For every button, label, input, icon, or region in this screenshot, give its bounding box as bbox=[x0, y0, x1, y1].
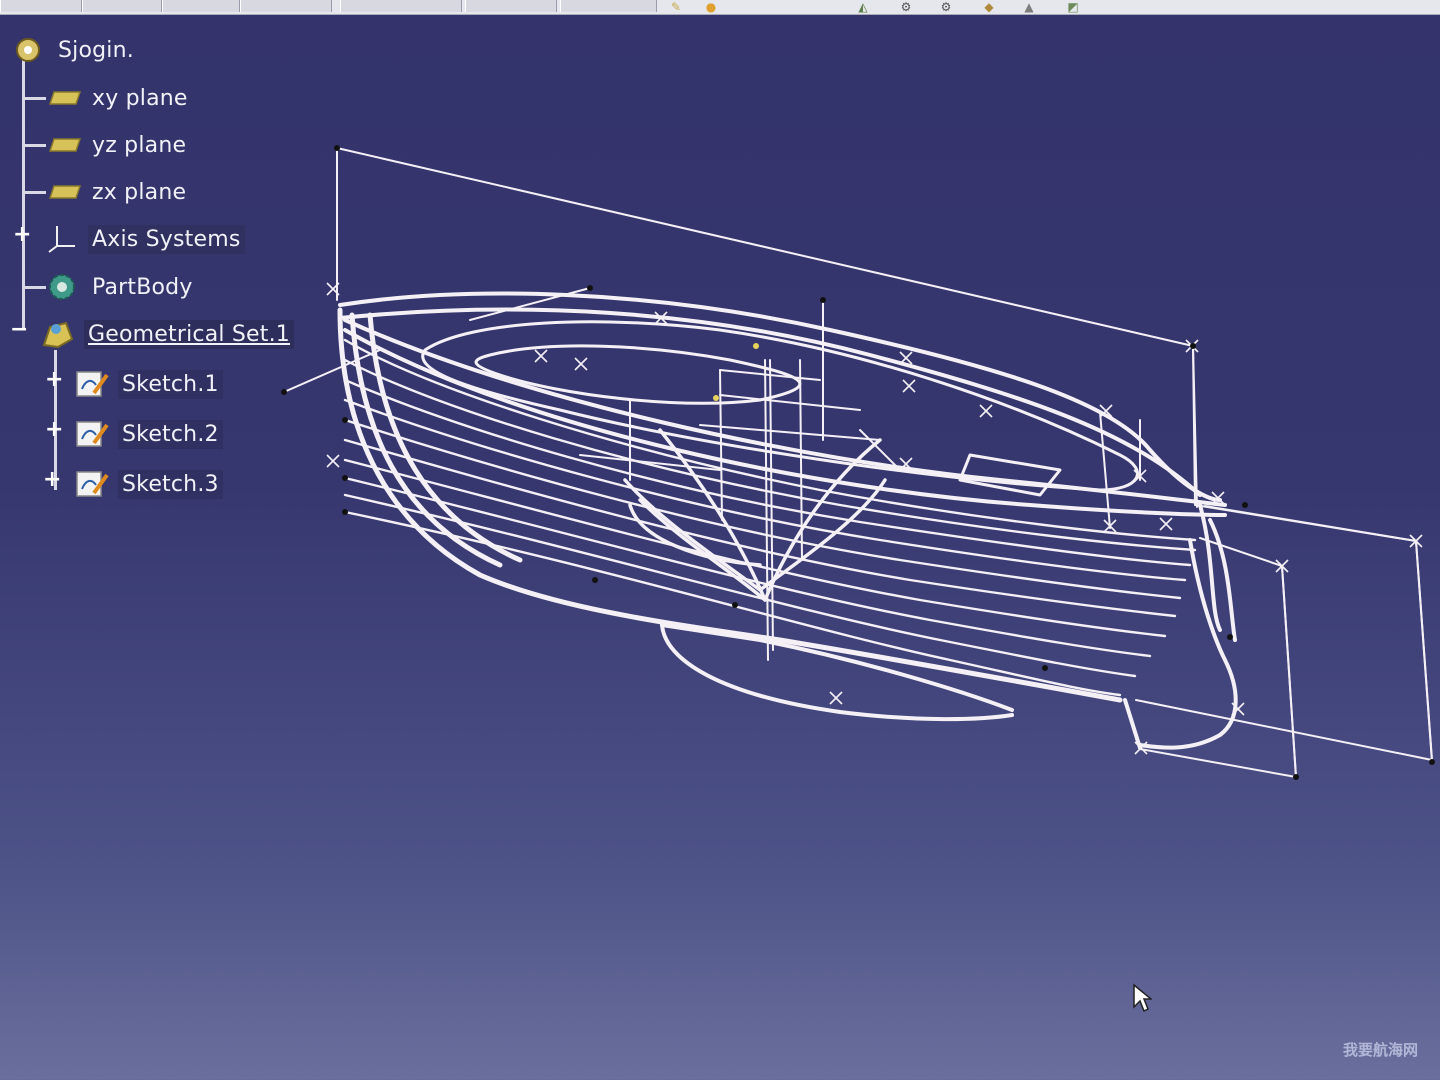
tree-item-yz-plane[interactable]: yz plane bbox=[48, 125, 190, 165]
tree-item-geometrical-set[interactable]: Geometrical Set.1 bbox=[40, 314, 294, 354]
tree-root[interactable]: Sjogin. bbox=[10, 30, 138, 70]
expand-icon[interactable]: + bbox=[45, 419, 63, 441]
tree-line bbox=[22, 286, 46, 289]
part-icon bbox=[10, 33, 46, 67]
toolbar-button[interactable] bbox=[560, 0, 657, 12]
specification-tree: Sjogin. xy plane yz plane zx plane + Axi… bbox=[0, 20, 320, 520]
sketch-tool-icon[interactable]: ✎ bbox=[665, 0, 687, 14]
tree-item-partbody[interactable]: PartBody bbox=[44, 267, 197, 307]
box-icon[interactable]: ◆ bbox=[978, 0, 1000, 14]
toolbar-button[interactable] bbox=[340, 0, 462, 12]
tree-item-label: Geometrical Set.1 bbox=[84, 319, 294, 349]
toolbar-button[interactable] bbox=[0, 0, 82, 12]
surface-icon[interactable]: ◭ bbox=[852, 0, 874, 14]
orange-dot-icon[interactable]: ● bbox=[700, 0, 722, 14]
tree-item-label: PartBody bbox=[92, 274, 193, 300]
toolbar-button[interactable] bbox=[162, 0, 240, 12]
expand-icon[interactable]: + bbox=[13, 224, 31, 246]
tree-item-sketch-2[interactable]: Sketch.2 bbox=[74, 414, 223, 454]
plane-icon bbox=[48, 91, 82, 105]
tree-item-sketch-3[interactable]: Sketch.3 bbox=[74, 464, 223, 504]
tree-item-zx-plane[interactable]: zx plane bbox=[48, 172, 190, 212]
cone-icon[interactable]: ▲ bbox=[1018, 0, 1040, 14]
tree-line bbox=[22, 191, 46, 194]
gear-icon[interactable]: ⚙ bbox=[895, 0, 917, 14]
watermark: 我要航海网 bbox=[1342, 1041, 1418, 1059]
plane-icon bbox=[48, 185, 82, 199]
tree-item-sketch-1[interactable]: Sketch.1 bbox=[74, 364, 223, 404]
expand-icon[interactable]: + bbox=[45, 369, 63, 391]
tree-item-label: zx plane bbox=[92, 179, 187, 205]
toolbar-button[interactable] bbox=[82, 0, 162, 12]
bounding-box-top bbox=[336, 147, 1198, 508]
gear-icon[interactable]: ⚙ bbox=[935, 0, 957, 14]
tree-line bbox=[22, 97, 46, 100]
geometrical-set-icon bbox=[40, 317, 76, 351]
mouse-cursor-icon bbox=[1132, 983, 1154, 1017]
tree-item-label: Sketch.1 bbox=[118, 369, 223, 399]
tree-item-axis-systems[interactable]: Axis Systems bbox=[44, 219, 245, 259]
toolbar: ✎ ● ◭ ⚙ ⚙ ◆ ▲ ◩ bbox=[0, 0, 1440, 15]
plane-icon bbox=[48, 138, 82, 152]
tree-item-label: Sketch.2 bbox=[118, 419, 223, 449]
tree-item-xy-plane[interactable]: xy plane bbox=[48, 78, 192, 118]
surface-icon[interactable]: ◩ bbox=[1062, 0, 1084, 14]
tree-item-label: Axis Systems bbox=[88, 224, 245, 254]
tree-line bbox=[22, 144, 46, 147]
toolbar-button[interactable] bbox=[465, 0, 557, 12]
sketch-icon bbox=[74, 367, 110, 401]
toolbar-button[interactable] bbox=[240, 0, 332, 12]
tree-item-label: xy plane bbox=[92, 85, 188, 111]
tree-root-label: Sjogin. bbox=[58, 37, 134, 63]
expand-icon[interactable]: + bbox=[43, 469, 61, 491]
tree-item-label: yz plane bbox=[92, 132, 187, 158]
gear-icon bbox=[44, 270, 80, 304]
sketch-icon bbox=[74, 417, 110, 451]
axis-icon bbox=[44, 222, 80, 256]
tree-item-label: Sketch.3 bbox=[118, 469, 223, 499]
collapse-icon[interactable]: − bbox=[10, 319, 28, 341]
sketch-icon bbox=[74, 467, 110, 501]
